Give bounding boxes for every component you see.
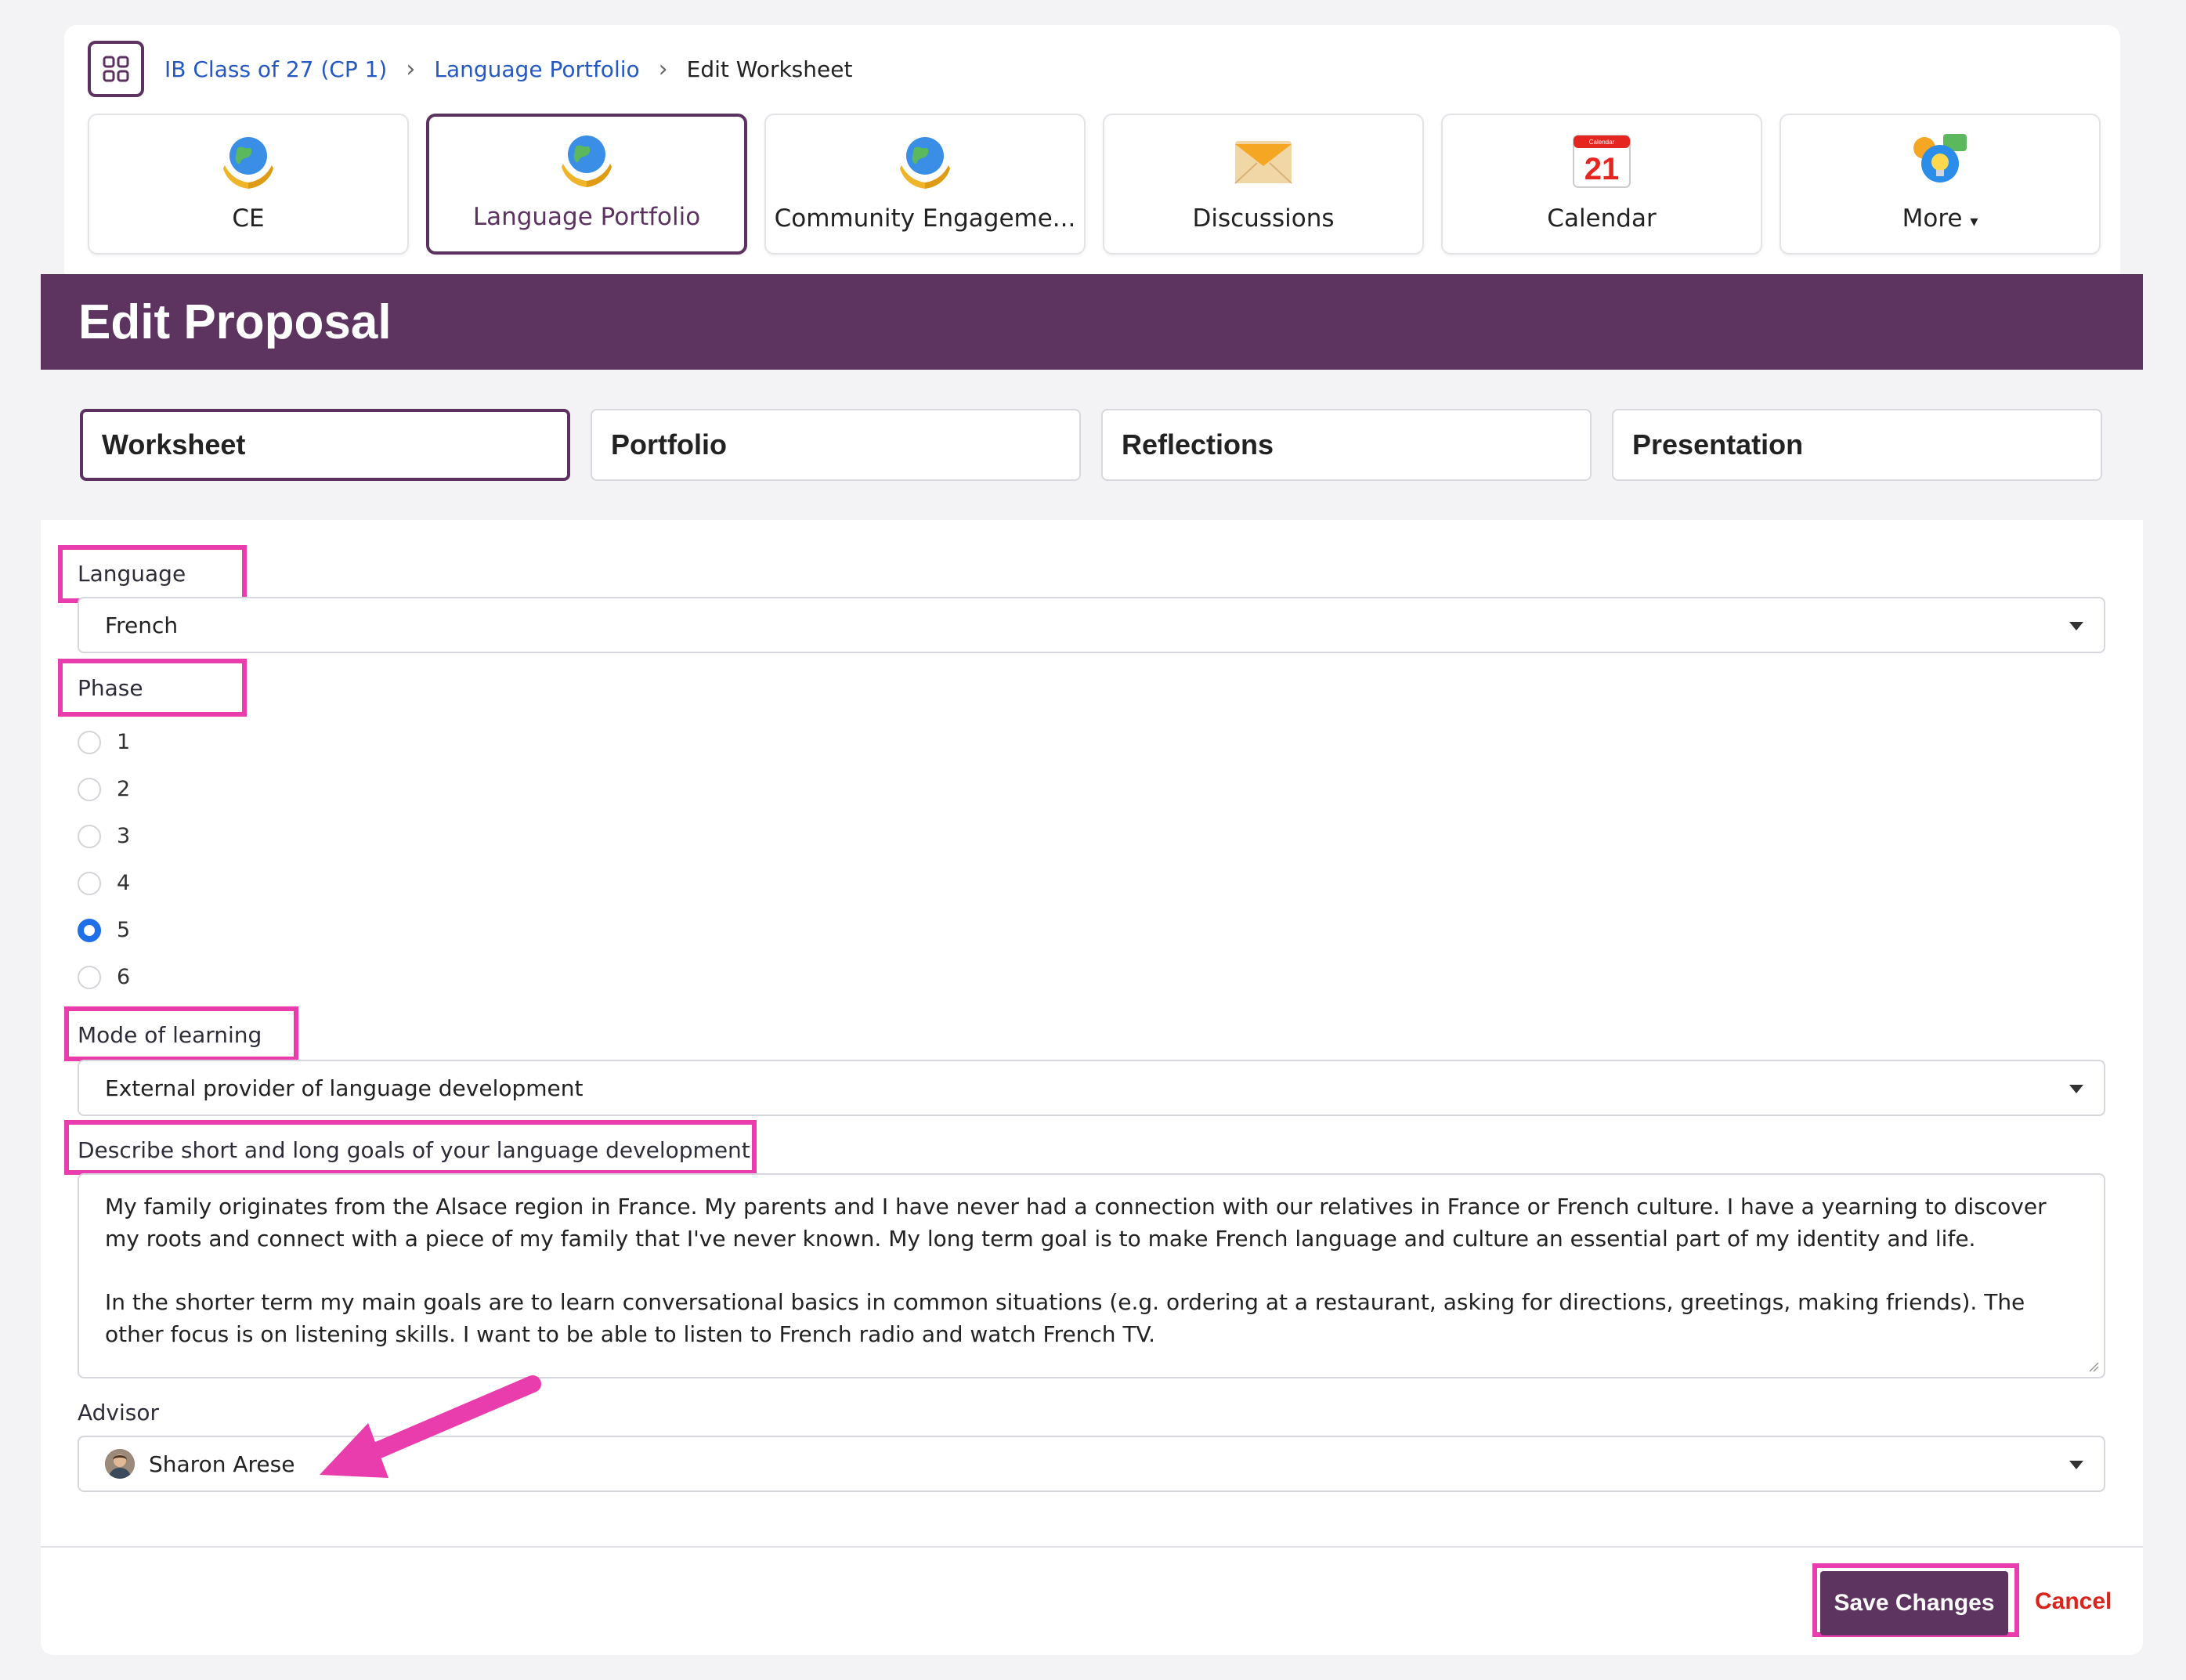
radio-label: 1 <box>117 730 131 754</box>
phase-radio-3[interactable]: 3 <box>78 824 130 848</box>
radio-label: 5 <box>117 918 131 942</box>
avatar <box>105 1449 135 1479</box>
phase-radio-2[interactable]: 2 <box>78 777 130 801</box>
caret-down-icon <box>2069 1461 2083 1469</box>
tile-ce[interactable]: CE <box>88 114 409 255</box>
breadcrumb-current: Edit Worksheet <box>686 56 853 82</box>
tile-discussions[interactable]: Discussions <box>1103 114 1424 255</box>
phase-radio-6[interactable]: 6 <box>78 965 130 989</box>
tab-presentation[interactable]: Presentation <box>1612 409 2102 481</box>
breadcrumb-class-link[interactable]: IB Class of 27 (CP 1) <box>164 56 387 82</box>
globe-hands-icon <box>217 129 280 192</box>
chevron-right-icon: › <box>658 55 668 83</box>
tile-calendar[interactable]: Calendar 21 Calendar <box>1441 114 1762 255</box>
mode-label: Mode of learning <box>78 1022 262 1048</box>
language-select[interactable]: French <box>78 597 2105 653</box>
phase-radio-4[interactable]: 4 <box>78 871 130 895</box>
tab-portfolio[interactable]: Portfolio <box>591 409 1081 481</box>
tile-label: Calendar <box>1547 204 1657 233</box>
tab-worksheet[interactable]: Worksheet <box>80 409 570 481</box>
phase-radio-1[interactable]: 1 <box>78 730 130 754</box>
goals-paragraph-2: In the shorter term my main goals are to… <box>105 1289 2025 1347</box>
calendar-month-text: Calendar <box>1589 139 1615 146</box>
save-changes-button[interactable]: Save Changes <box>1820 1571 2008 1635</box>
radio-circle[interactable] <box>78 824 101 848</box>
calendar-day-text: 21 <box>1584 152 1620 186</box>
goals-paragraph-1: My family originates from the Alsace reg… <box>105 1194 2047 1252</box>
tile-label: Discussions <box>1192 204 1335 233</box>
radio-circle[interactable] <box>78 965 101 989</box>
footer-divider <box>41 1546 2143 1548</box>
advisor-value: Sharon Arese <box>149 1451 295 1477</box>
radio-circle[interactable] <box>78 730 101 754</box>
caret-down-icon <box>2069 622 2083 630</box>
language-label: Language <box>78 561 186 587</box>
mode-select[interactable]: External provider of language developmen… <box>78 1060 2105 1116</box>
breadcrumb: IB Class of 27 (CP 1) › Language Portfol… <box>88 40 852 98</box>
radio-circle-selected[interactable] <box>78 918 101 942</box>
lightbulb-chat-icon <box>1909 129 1971 192</box>
radio-label: 2 <box>117 777 131 801</box>
calendar-icon: Calendar 21 <box>1570 129 1633 192</box>
tile-label: Community Engageme... <box>774 204 1076 233</box>
cancel-link[interactable]: Cancel <box>2035 1588 2112 1615</box>
phase-radio-5[interactable]: 5 <box>78 918 130 942</box>
tile-language-portfolio[interactable]: Language Portfolio <box>426 114 747 255</box>
page-title: Edit Proposal <box>41 274 2143 370</box>
annotation-arrow-icon <box>320 1375 541 1478</box>
caret-down-icon: ▾ <box>1970 211 1978 230</box>
radio-label: 4 <box>117 871 131 895</box>
radio-circle[interactable] <box>78 871 101 895</box>
globe-hands-icon <box>894 129 956 192</box>
mode-value: External provider of language developmen… <box>105 1075 584 1101</box>
tile-label: CE <box>232 204 265 233</box>
tile-label: More ▾ <box>1902 204 1978 233</box>
goals-label: Describe short and long goals of your la… <box>78 1137 750 1163</box>
advisor-label: Advisor <box>78 1400 160 1425</box>
more-label: More <box>1902 204 1963 233</box>
tile-label: Language Portfolio <box>472 203 701 231</box>
radio-label: 6 <box>117 965 131 989</box>
app-tiles: CE Language Portfolio Community Engageme… <box>88 114 2101 255</box>
globe-hands-icon <box>555 128 618 190</box>
radio-label: 3 <box>117 824 131 848</box>
resize-handle-icon[interactable] <box>2088 1361 2099 1372</box>
caret-down-icon <box>2069 1085 2083 1093</box>
tile-more[interactable]: More ▾ <box>1780 114 2101 255</box>
tile-community-engagement[interactable]: Community Engageme... <box>764 114 1086 255</box>
radio-circle[interactable] <box>78 777 101 801</box>
phase-label: Phase <box>78 675 143 701</box>
app-grid-icon[interactable] <box>88 41 144 97</box>
breadcrumb-portfolio-link[interactable]: Language Portfolio <box>434 56 639 82</box>
goals-textarea[interactable]: My family originates from the Alsace reg… <box>78 1173 2105 1378</box>
language-value: French <box>105 612 179 638</box>
chevron-right-icon: › <box>406 55 416 83</box>
tab-reflections[interactable]: Reflections <box>1101 409 1592 481</box>
envelope-icon <box>1232 129 1295 192</box>
